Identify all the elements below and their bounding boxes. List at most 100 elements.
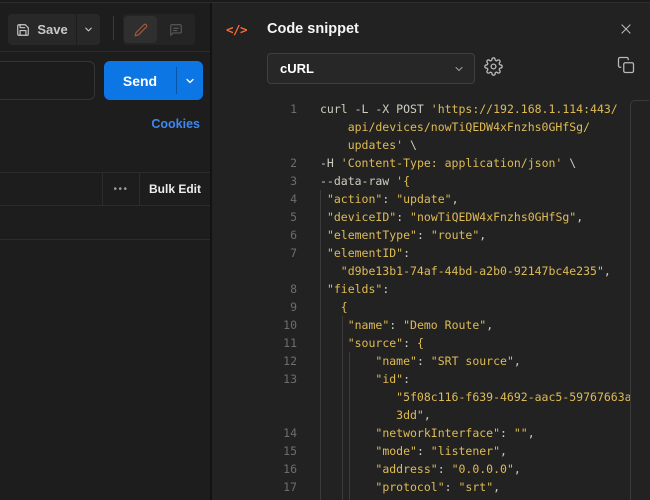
code-text: updates' \ [320, 136, 417, 154]
code-line: 2 -H 'Content-Type: application/json' \ [277, 154, 642, 172]
save-label: Save [37, 22, 67, 37]
code-text: "action": "update", [320, 190, 459, 208]
code-line: 5 "deviceID": "nowTiQEDW4xFnzhs0GHfSg", [277, 208, 642, 226]
code-text: "elementType": "route", [320, 226, 486, 244]
line-number: 10 [277, 316, 297, 334]
line-number: 11 [277, 334, 297, 352]
code-text: "name": "Demo Route", [320, 316, 493, 334]
language-select[interactable]: cURL [267, 53, 475, 84]
top-border [0, 0, 650, 3]
close-button[interactable] [617, 20, 635, 38]
chevron-down-icon [444, 63, 474, 75]
code-line: 16 "address": "0.0.0.0", [277, 460, 642, 478]
params-row-border [0, 239, 210, 240]
edit-button[interactable] [124, 16, 157, 43]
send-label: Send [104, 61, 176, 100]
code-line: 7 "elementID": [277, 244, 642, 262]
save-icon [16, 23, 30, 37]
indent-guide [349, 352, 350, 500]
code-line: 17 "protocol": "srt", [277, 478, 642, 496]
gear-icon [484, 57, 504, 76]
toolbar-separator [113, 16, 114, 40]
code-line: 15 "mode": "listener", [277, 442, 642, 460]
save-button[interactable]: Save [8, 14, 76, 45]
code-block: 1 curl -L -X POST 'https://192.168.1.114:… [277, 100, 642, 500]
save-options-button[interactable] [77, 14, 100, 45]
code-text: "deviceID": "nowTiQEDW4xFnzhs0GHfSg", [320, 208, 583, 226]
code-text: "source": { [320, 334, 424, 352]
code-line: 3dd", [277, 406, 642, 424]
pencil-icon [134, 23, 148, 37]
line-number [277, 136, 297, 154]
line-number: 17 [277, 478, 297, 496]
code-scrollbar[interactable] [630, 100, 649, 500]
send-button[interactable]: Send [104, 61, 203, 100]
line-number [277, 388, 297, 406]
code-text: api/devices/nowTiQEDW4xFnzhs0GHfSg/ [320, 118, 590, 136]
code-text: --data-raw '{ [320, 172, 410, 190]
line-number: 14 [277, 424, 297, 442]
code-line: 14 "networkInterface": "", [277, 424, 642, 442]
code-text: curl -L -X POST 'https://192.168.1.114:4… [320, 100, 618, 118]
code-text: "5f08c116-f639-4692-aac5-59767663a [320, 388, 632, 406]
line-number: 1 [277, 100, 297, 118]
line-number: 4 [277, 190, 297, 208]
code-text: 3dd", [320, 406, 431, 424]
code-text: "networkInterface": "", [320, 424, 535, 442]
line-number: 3 [277, 172, 297, 190]
url-input[interactable] [0, 61, 95, 100]
params-header-spacer [0, 173, 102, 205]
language-select-value: cURL [268, 61, 444, 76]
close-icon [619, 22, 633, 36]
bulk-edit-button[interactable]: Bulk Edit [139, 173, 210, 205]
comment-icon [169, 23, 183, 37]
code-line: 8 "fields": [277, 280, 642, 298]
copy-icon [617, 56, 637, 74]
code-text: "name": "SRT source", [320, 352, 521, 370]
code-line: 4 "action": "update", [277, 190, 642, 208]
line-number: 9 [277, 298, 297, 316]
line-number [277, 262, 297, 280]
code-line: "5f08c116-f639-4692-aac5-59767663a [277, 388, 642, 406]
chevron-down-icon [184, 75, 196, 87]
line-number: 2 [277, 154, 297, 172]
line-number: 6 [277, 226, 297, 244]
settings-button[interactable] [484, 57, 504, 77]
code-line: 1 curl -L -X POST 'https://192.168.1.114:… [277, 100, 642, 118]
line-number [277, 118, 297, 136]
copy-code-button[interactable] [617, 56, 637, 76]
pane-divider[interactable] [210, 0, 212, 500]
request-pane: Save [0, 0, 210, 500]
code-line: 3 --data-raw '{ [277, 172, 642, 190]
code-text: "protocol": "srt", [320, 478, 500, 496]
toolbar-icon-group [123, 14, 195, 45]
code-text: "d9be13b1-74af-44bd-a2b0-92147bc4e235", [320, 262, 611, 280]
code-line: 9 { [277, 298, 642, 316]
code-line: 13 "id": [277, 370, 642, 388]
code-line: 11 "source": { [277, 334, 642, 352]
code-snippet-panel: </> Code snippet cURL [212, 0, 650, 500]
chevron-down-icon [83, 24, 94, 35]
line-number [277, 406, 297, 424]
code-line: 12 "name": "SRT source", [277, 352, 642, 370]
code-line: 10 "name": "Demo Route", [277, 316, 642, 334]
code-text: "fields": [320, 280, 389, 298]
indent-guide [320, 190, 321, 500]
line-number: 7 [277, 244, 297, 262]
line-number: 8 [277, 280, 297, 298]
send-options-button[interactable] [177, 61, 203, 100]
code-icon[interactable]: </> [226, 22, 247, 37]
code-text: -H 'Content-Type: application/json' \ [320, 154, 576, 172]
more-options-button[interactable]: ••• [102, 173, 139, 205]
cookies-link[interactable]: Cookies [120, 117, 200, 131]
line-number: 16 [277, 460, 297, 478]
panel-title: Code snippet [267, 21, 359, 37]
request-toolbar: Save [0, 4, 210, 52]
comments-button[interactable] [159, 16, 192, 43]
code-line: 6 "elementType": "route", [277, 226, 642, 244]
params-header-row: ••• Bulk Edit [0, 172, 210, 206]
code-line: "d9be13b1-74af-44bd-a2b0-92147bc4e235", [277, 262, 642, 280]
line-number: 12 [277, 352, 297, 370]
indent-guide [342, 316, 343, 500]
code-line: updates' \ [277, 136, 642, 154]
